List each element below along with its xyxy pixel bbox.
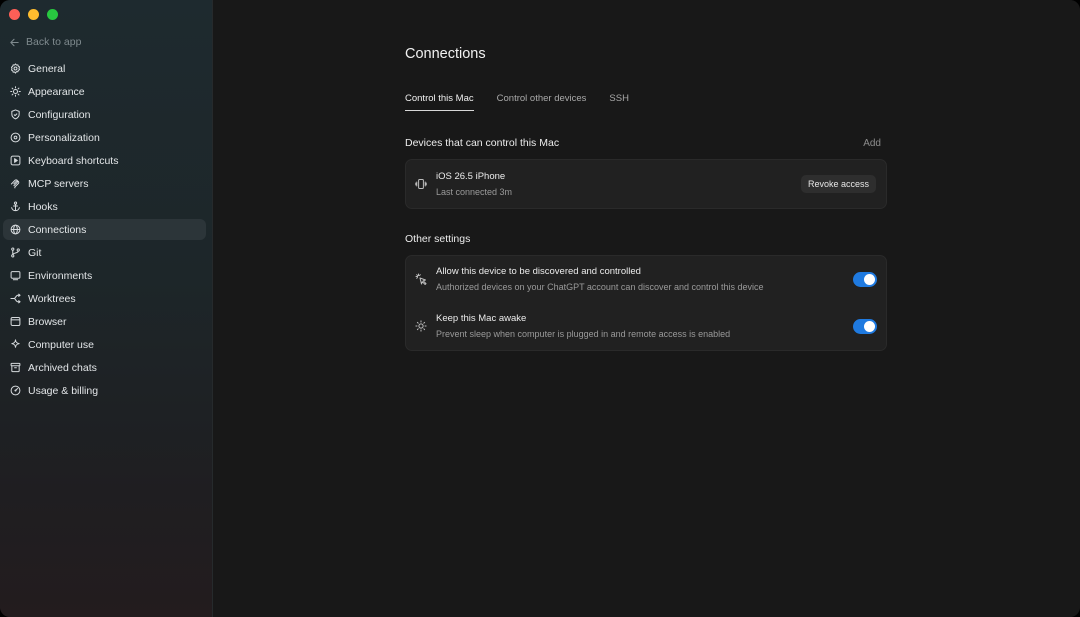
sidebar-item-hooks[interactable]: Hooks [3,196,206,217]
setting-row-keep-awake: Keep this Mac awake Prevent sleep when c… [406,303,886,350]
maximize-window-button[interactable] [47,9,58,20]
sun-icon [10,86,21,97]
devices-section-title: Devices that can control this Mac [405,137,560,149]
sidebar-item-label: Configuration [28,108,91,121]
sidebar-item-worktrees[interactable]: Worktrees [3,288,206,309]
monitor-icon [10,271,21,281]
discoverable-toggle[interactable] [853,272,877,287]
window-controls [9,9,58,20]
setting-row-discoverable: Allow this device to be discovered and c… [406,256,886,303]
other-settings-card: Allow this device to be discovered and c… [405,255,887,351]
sidebar-item-usage-billing[interactable]: Usage & billing [3,380,206,401]
add-device-button[interactable]: Add [863,138,881,149]
sidebar-item-label: Keyboard shortcuts [28,154,119,167]
sidebar-item-label: Usage & billing [28,384,99,397]
sidebar-item-label: Personalization [28,131,100,144]
setting-description: Prevent sleep when computer is plugged i… [436,329,731,339]
sidebar-item-connections[interactable]: Connections [3,219,206,240]
setting-title: Allow this device to be discovered and c… [436,266,641,277]
sidebar-item-label: Appearance [28,85,85,98]
toggle-knob [864,321,875,332]
sidebar-item-label: Hooks [28,200,58,213]
archive-icon [10,362,21,373]
settings-window: Back to app General Appearance Configura… [0,0,1080,617]
other-settings-header: Other settings [405,233,887,245]
sidebar-item-computer-use[interactable]: Computer use [3,334,206,355]
toggle-knob [864,274,875,285]
keep-awake-toggle[interactable] [853,319,877,334]
cursor-click-icon [415,273,427,285]
sidebar: Back to app General Appearance Configura… [0,0,213,617]
minimize-window-button[interactable] [28,9,39,20]
sidebar-item-environments[interactable]: Environments [3,265,206,286]
devices-section-header: Devices that can control this Mac Add [405,137,887,149]
tab-ssh[interactable]: SSH [609,93,629,111]
arrow-left-icon [10,38,19,46]
sidebar-item-label: General [28,62,66,75]
gauge-icon [10,385,21,396]
sidebar-item-label: Browser [28,315,67,328]
sidebar-item-keyboard-shortcuts[interactable]: Keyboard shortcuts [3,150,206,171]
git-branch-icon [11,247,20,258]
revoke-access-button[interactable]: Revoke access [800,175,876,193]
globe-icon [10,224,21,235]
anchor-icon [11,201,20,212]
gear-icon [10,63,21,74]
sidebar-item-mcp-servers[interactable]: MCP servers [3,173,206,194]
back-label: Back to app [26,36,82,48]
sidebar-item-label: Archived chats [28,361,97,374]
worktree-icon [10,293,21,304]
sidebar-nav: General Appearance Configuration Persona… [3,58,206,403]
sidebar-item-archived-chats[interactable]: Archived chats [3,357,206,378]
mcp-icon [10,179,20,189]
keyboard-icon [10,155,21,166]
back-to-app-link[interactable]: Back to app [9,34,81,50]
setting-description: Authorized devices on your ChatGPT accou… [436,282,764,292]
page-title: Connections [405,46,486,62]
device-last-connected: Last connected 3m [436,187,513,197]
devices-card: iOS 26.5 iPhone Last connected 3m Revoke… [405,159,887,209]
sidebar-item-appearance[interactable]: Appearance [3,81,206,102]
tab-control-other-devices[interactable]: Control other devices [497,93,587,111]
device-row: iOS 26.5 iPhone Last connected 3m Revoke… [406,160,886,208]
sidebar-item-label: Computer use [28,338,94,351]
device-name: iOS 26.5 iPhone [436,171,506,182]
tab-bar: Control this Mac Control other devices S… [405,93,629,111]
sidebar-item-configuration[interactable]: Configuration [3,104,206,125]
setting-title: Keep this Mac awake [436,313,527,324]
shield-icon [11,109,20,120]
palette-icon [10,132,21,143]
sidebar-item-label: Git [28,246,42,259]
sidebar-item-git[interactable]: Git [3,242,206,263]
sidebar-item-browser[interactable]: Browser [3,311,206,332]
close-window-button[interactable] [9,9,20,20]
phone-vibrate-icon [415,179,427,189]
other-settings-title: Other settings [405,233,471,245]
sidebar-item-label: Environments [28,269,93,282]
sidebar-item-label: MCP servers [28,177,89,190]
sidebar-item-general[interactable]: General [3,58,206,79]
sparkle-cursor-icon [11,339,20,348]
browser-icon [10,316,21,327]
main-panel: Connections Control this Mac Control oth… [213,0,1080,617]
sidebar-item-label: Connections [28,223,87,236]
sidebar-item-personalization[interactable]: Personalization [3,127,206,148]
tab-control-this-mac[interactable]: Control this Mac [405,93,474,111]
sun-icon [415,320,427,332]
sidebar-item-label: Worktrees [28,292,76,305]
